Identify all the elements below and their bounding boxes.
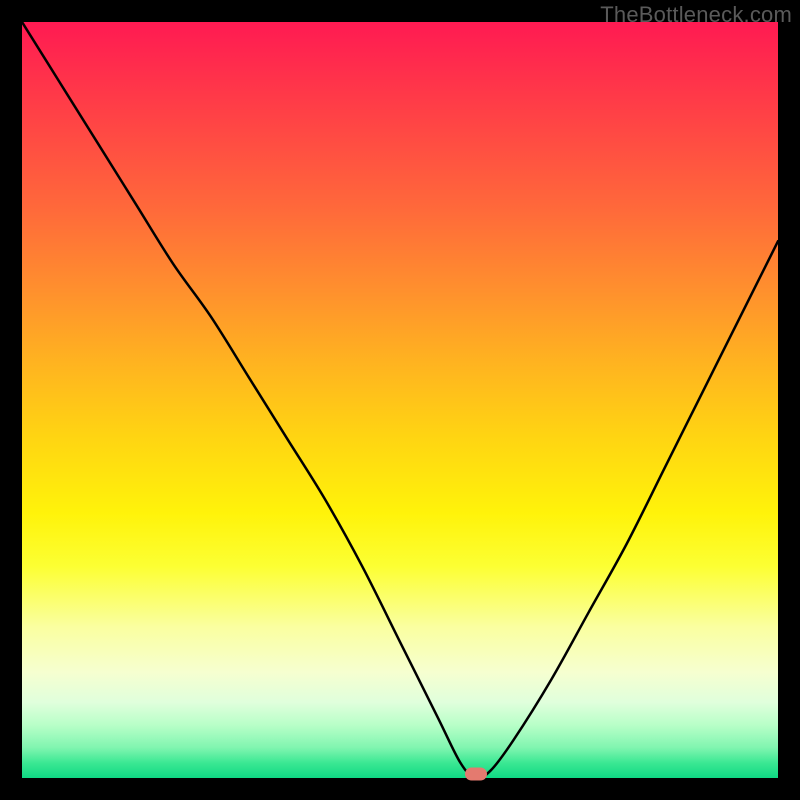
optimal-point-marker xyxy=(465,768,487,781)
watermark-text: TheBottleneck.com xyxy=(600,2,792,28)
plot-area xyxy=(22,22,778,778)
chart-frame: TheBottleneck.com xyxy=(0,0,800,800)
bottleneck-curve xyxy=(22,22,778,778)
